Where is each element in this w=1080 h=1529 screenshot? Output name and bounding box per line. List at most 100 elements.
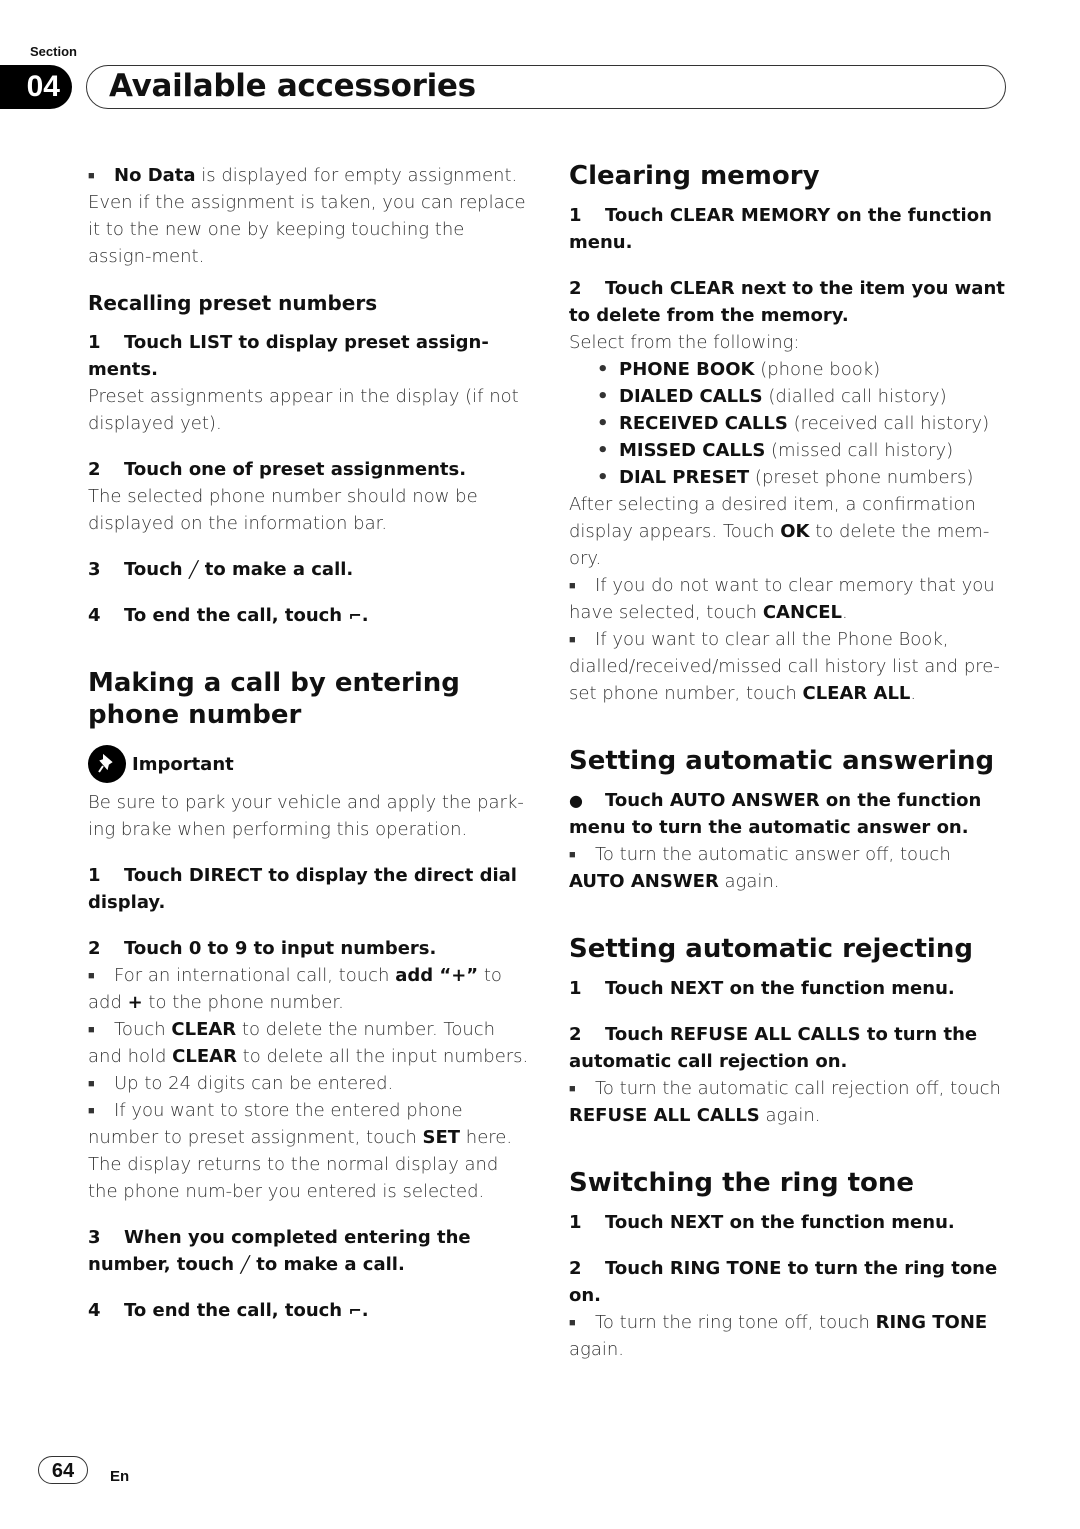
clearing-step-1: 1 Touch CLEAR MEMORY on the function menu… [569, 202, 1009, 256]
auto-answer-step: Touch AUTO ANSWER on the function menu t… [569, 787, 1009, 841]
recall-heading: Recalling preset numbers [88, 291, 378, 315]
section-label: Section [30, 44, 77, 59]
step-text: Touch LIST to display preset assign-ment… [88, 332, 489, 380]
note-text: For an international call, touch [114, 965, 396, 986]
note-international: For an international call, touch add “+”… [88, 962, 530, 1016]
end-call-icon: ⌐ [348, 606, 362, 625]
note-text: . [910, 683, 917, 704]
note-text: again. [569, 1339, 624, 1360]
language-code: En [110, 1468, 130, 1485]
bold-term: CLEAR ALL [802, 683, 911, 704]
recall-step-2-desc: The selected phone number should now be … [88, 486, 478, 534]
bold-term: RECEIVED CALLS [619, 413, 788, 434]
section-number: 04 [0, 65, 72, 109]
right-column: Clearing memory 1 Touch CLEAR MEMORY on t… [569, 160, 1009, 1363]
note-ring-tone: To turn the ring tone off, touch RING TO… [569, 1309, 1009, 1363]
step-number: 3 [88, 559, 101, 580]
call-icon: ╱ [240, 1255, 250, 1274]
note-cancel: If you do not want to clear memory that … [569, 572, 1009, 626]
step-text: to make a call. [198, 559, 354, 580]
recall-step-1: 1 Touch LIST to display preset assign-men… [88, 329, 530, 383]
important-text: Be sure to park your vehicle and apply t… [88, 792, 524, 840]
bold-term: AUTO ANSWER [569, 871, 719, 892]
step-text: To end the call, touch [124, 1300, 349, 1321]
item-desc: (preset phone numbers) [749, 467, 974, 488]
reject-heading: Setting automatic rejecting [569, 934, 973, 964]
auto-answer-heading: Setting automatic answering [569, 746, 995, 776]
step-text: Touch NEXT on the function menu. [605, 1212, 955, 1233]
step-number: 1 [569, 978, 582, 999]
making-step-1: 1 Touch DIRECT to display the direct dial… [88, 862, 530, 916]
clearing-heading: Clearing memory [569, 161, 820, 191]
note-clear: Touch CLEAR to delete the number. Touch … [88, 1016, 530, 1070]
note-text: to the phone number. [142, 992, 344, 1013]
making-heading: Making a call by entering phone number [88, 668, 460, 730]
item-desc: (dialled call history) [762, 386, 947, 407]
step-text: . [361, 605, 369, 626]
bold-term: REFUSE ALL CALLS [569, 1105, 760, 1126]
making-step-4: 4 To end the call, touch ⌐. [88, 1297, 530, 1324]
note-no-data: No Data is displayed for empty assignmen… [88, 162, 530, 270]
step-number: 2 [569, 278, 582, 299]
reject-step-2: 2 Touch REFUSE ALL CALLS to turn the auto… [569, 1021, 1009, 1075]
left-column: No Data is displayed for empty assignmen… [88, 160, 530, 1324]
important-notice: Important [88, 745, 530, 783]
step-text: Touch REFUSE ALL CALLS to turn the autom… [569, 1024, 978, 1072]
bold-term: RING TONE [875, 1312, 988, 1333]
recall-step-2: 2 Touch one of preset assignments. [88, 456, 530, 483]
bold-term: PHONE BOOK [619, 359, 755, 380]
title-bar: Available accessories [86, 65, 1006, 109]
step-number: 2 [569, 1258, 582, 1279]
ring-step-2: 2 Touch RING TONE to turn the ring tone o… [569, 1255, 1009, 1309]
note-text: Touch [114, 1019, 172, 1040]
step-number: 1 [569, 205, 582, 226]
note-auto-answer: To turn the automatic answer off, touch … [569, 841, 1009, 895]
bold-term: SET [422, 1127, 461, 1148]
recall-step-3: 3 Touch ╱ to make a call. [88, 556, 530, 583]
step-number: 2 [88, 938, 101, 959]
page-title: Available accessories [109, 68, 476, 104]
recall-step-4: 4 To end the call, touch ⌐. [88, 602, 530, 629]
ring-tone-heading: Switching the ring tone [569, 1168, 915, 1198]
pushpin-icon [88, 745, 126, 783]
list-item: DIALED CALLS (dialled call history) [619, 383, 1009, 410]
step-number: 4 [88, 1300, 101, 1321]
step-text: To end the call, touch [124, 605, 349, 626]
step-text: Touch one of preset assignments. [124, 459, 467, 480]
bold-term: DIAL PRESET [619, 467, 750, 488]
list-item: DIAL PRESET (preset phone numbers) [619, 464, 1009, 491]
bold-term: MISSED CALLS [619, 440, 766, 461]
list-item: RECEIVED CALLS (received call history) [619, 410, 1009, 437]
step-number: 1 [569, 1212, 582, 1233]
note-reject: To turn the automatic call rejection off… [569, 1075, 1009, 1129]
bold-term: add “+” [395, 965, 479, 986]
important-label: Important [132, 753, 234, 775]
note-text: If you want to store the entered phone n… [88, 1100, 463, 1148]
item-desc: (missed call history) [765, 440, 954, 461]
step-text: Touch CLEAR MEMORY on the function menu. [569, 205, 992, 253]
page-number: 64 [38, 1456, 88, 1484]
note-store: If you want to store the entered phone n… [88, 1097, 530, 1205]
note-text: To turn the automatic call rejection off… [595, 1078, 1001, 1099]
note-text: If you want to clear all the Phone Book,… [569, 629, 1000, 704]
note-text: To turn the automatic answer off, touch [595, 844, 951, 865]
step-number: 1 [88, 332, 101, 353]
step-text: to make a call. [250, 1254, 405, 1275]
note-text: again. [759, 1105, 821, 1126]
step-number: 2 [569, 1024, 582, 1045]
step-number: 1 [88, 865, 101, 886]
reject-step-1: 1 Touch NEXT on the function menu. [569, 975, 1009, 1002]
bold-term: CLEAR [171, 1019, 237, 1040]
recall-step-1-desc: Preset assignments appear in the display… [88, 386, 519, 434]
bold-term: No Data [114, 165, 196, 186]
step-number: 4 [88, 605, 101, 626]
after-select-text: After selecting a desired item, a confir… [569, 491, 1009, 572]
step-text: Touch RING TONE to turn the ring tone on… [569, 1258, 998, 1306]
ring-step-1: 1 Touch NEXT on the function menu. [569, 1209, 1009, 1236]
note-digits: Up to 24 digits can be entered. [88, 1070, 530, 1097]
clearing-step-2: 2 Touch CLEAR next to the item you want t… [569, 275, 1009, 329]
bold-term: CANCEL [762, 602, 843, 623]
end-call-icon: ⌐ [348, 1301, 362, 1320]
item-desc: (received call history) [787, 413, 990, 434]
making-step-3: 3 When you completed entering the number,… [88, 1224, 530, 1278]
